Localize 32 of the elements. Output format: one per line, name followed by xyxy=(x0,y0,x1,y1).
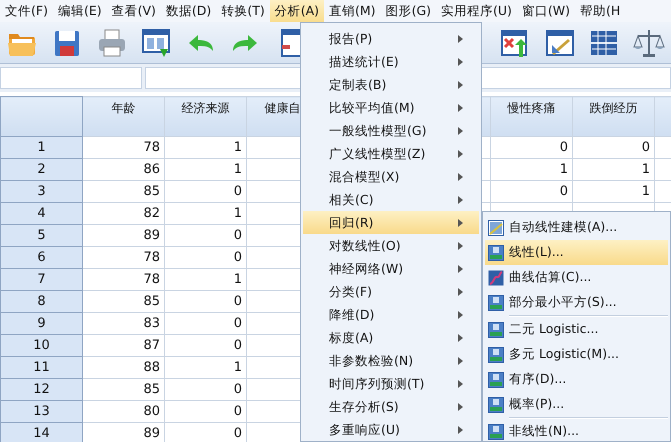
table-cell: 85 xyxy=(82,290,164,312)
table-cell: 83 xyxy=(82,312,164,334)
table-cell: 78 xyxy=(82,246,164,268)
table-cell: 0 xyxy=(164,400,246,422)
table-cell: 0 xyxy=(164,224,246,246)
table-cell: 0 xyxy=(164,312,246,334)
table-cell: 1 xyxy=(572,180,654,202)
table-cell: 0 xyxy=(490,180,572,202)
table-cell: 80 xyxy=(82,400,164,422)
table-cell: 85 xyxy=(82,180,164,202)
table-cell: 82 xyxy=(82,202,164,224)
table-cell: 78 xyxy=(82,136,164,158)
table-cell: 88 xyxy=(82,356,164,378)
table-cell: 1 xyxy=(164,202,246,224)
table-cell: 87 xyxy=(82,334,164,356)
table-cell: 1 xyxy=(572,158,654,180)
table-cell: 0 xyxy=(572,136,654,158)
table-cell: 1 xyxy=(164,268,246,290)
table-cell: 0 xyxy=(164,378,246,400)
table-cell: 0 xyxy=(490,136,572,158)
table-cell: 0 xyxy=(164,180,246,202)
table-cell: 78 xyxy=(82,268,164,290)
table-cell: 0 xyxy=(164,290,246,312)
table-cell: 85 xyxy=(82,378,164,400)
table-cell: 1 xyxy=(164,136,246,158)
table-cell: 0 xyxy=(164,334,246,356)
table-cell: 86 xyxy=(82,158,164,180)
table-cell: 1 xyxy=(490,158,572,180)
table-cell: 89 xyxy=(82,224,164,246)
table-cell: 0 xyxy=(164,246,246,268)
table-cell: 1 xyxy=(164,158,246,180)
table-cell: 1 xyxy=(164,356,246,378)
